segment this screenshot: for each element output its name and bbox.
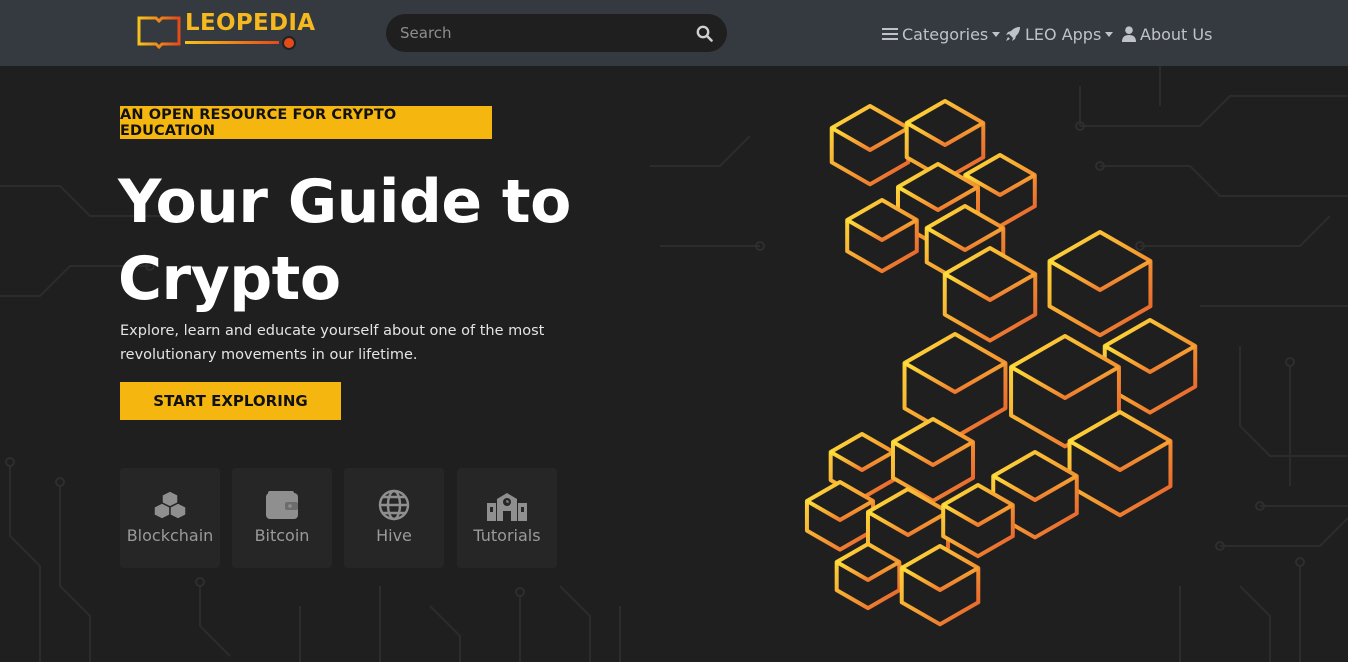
navbar: LEOPEDIA Categories LEO Apps About Us: [0, 0, 1348, 66]
lion-badge-icon: [282, 36, 296, 50]
hero-title-line-1: Your Guide to: [118, 167, 571, 237]
book-icon: [137, 16, 181, 50]
user-icon: [1122, 26, 1136, 42]
category-bitcoin[interactable]: Bitcoin: [232, 468, 332, 568]
nav-leo-apps[interactable]: LEO Apps: [1005, 22, 1114, 46]
nav-leo-apps-label: LEO Apps: [1025, 24, 1102, 44]
brand-underline: [185, 41, 279, 44]
hero-title-line-2: Crypto: [118, 244, 341, 314]
search-bar: [386, 14, 727, 52]
category-label: Bitcoin: [254, 526, 310, 545]
nav-categories-label: Categories: [902, 24, 989, 44]
menu-icon: [882, 27, 898, 41]
category-hive[interactable]: Hive: [344, 468, 444, 568]
hero-badge: AN OPEN RESOURCE FOR CRYPTO EDUCATION: [120, 106, 492, 139]
cube-outline: [902, 332, 1008, 440]
cubes-icon: [153, 490, 187, 520]
blockchain-cubes-illustration: [804, 99, 1198, 627]
nav-categories[interactable]: Categories: [882, 22, 1001, 46]
brand-name: LEOPEDIA: [185, 10, 316, 36]
hero-subtitle: Explore, learn and educate yourself abou…: [120, 319, 560, 367]
start-exploring-button[interactable]: START EXPLORING: [120, 382, 341, 420]
school-icon: [487, 493, 527, 521]
hero-title: Your Guide to Crypto: [118, 164, 638, 318]
hero-subtitle-line-2: revolutionary movements in our lifetime.: [120, 347, 418, 363]
chevron-down-icon: [992, 31, 1001, 37]
cube-outline: [1047, 230, 1153, 338]
nav-about-us-label: About Us: [1140, 24, 1213, 44]
leopedia-logo[interactable]: LEOPEDIA: [136, 10, 315, 54]
category-tutorials[interactable]: Tutorials: [457, 468, 557, 568]
rocket-icon: [1005, 26, 1021, 42]
search-input[interactable]: [400, 23, 680, 43]
globe-icon: [378, 489, 410, 521]
category-label: Tutorials: [473, 526, 541, 545]
nav-about-us[interactable]: About Us: [1122, 22, 1212, 46]
category-label: Blockchain: [126, 526, 214, 545]
category-label: Hive: [376, 526, 412, 545]
category-blockchain[interactable]: Blockchain: [120, 468, 220, 568]
chevron-down-icon: [1105, 31, 1114, 37]
hero-subtitle-line-1: Explore, learn and educate yourself abou…: [120, 323, 545, 339]
wallet-icon: [266, 491, 298, 519]
cube-outline: [829, 104, 911, 187]
search-icon[interactable]: [696, 25, 713, 42]
